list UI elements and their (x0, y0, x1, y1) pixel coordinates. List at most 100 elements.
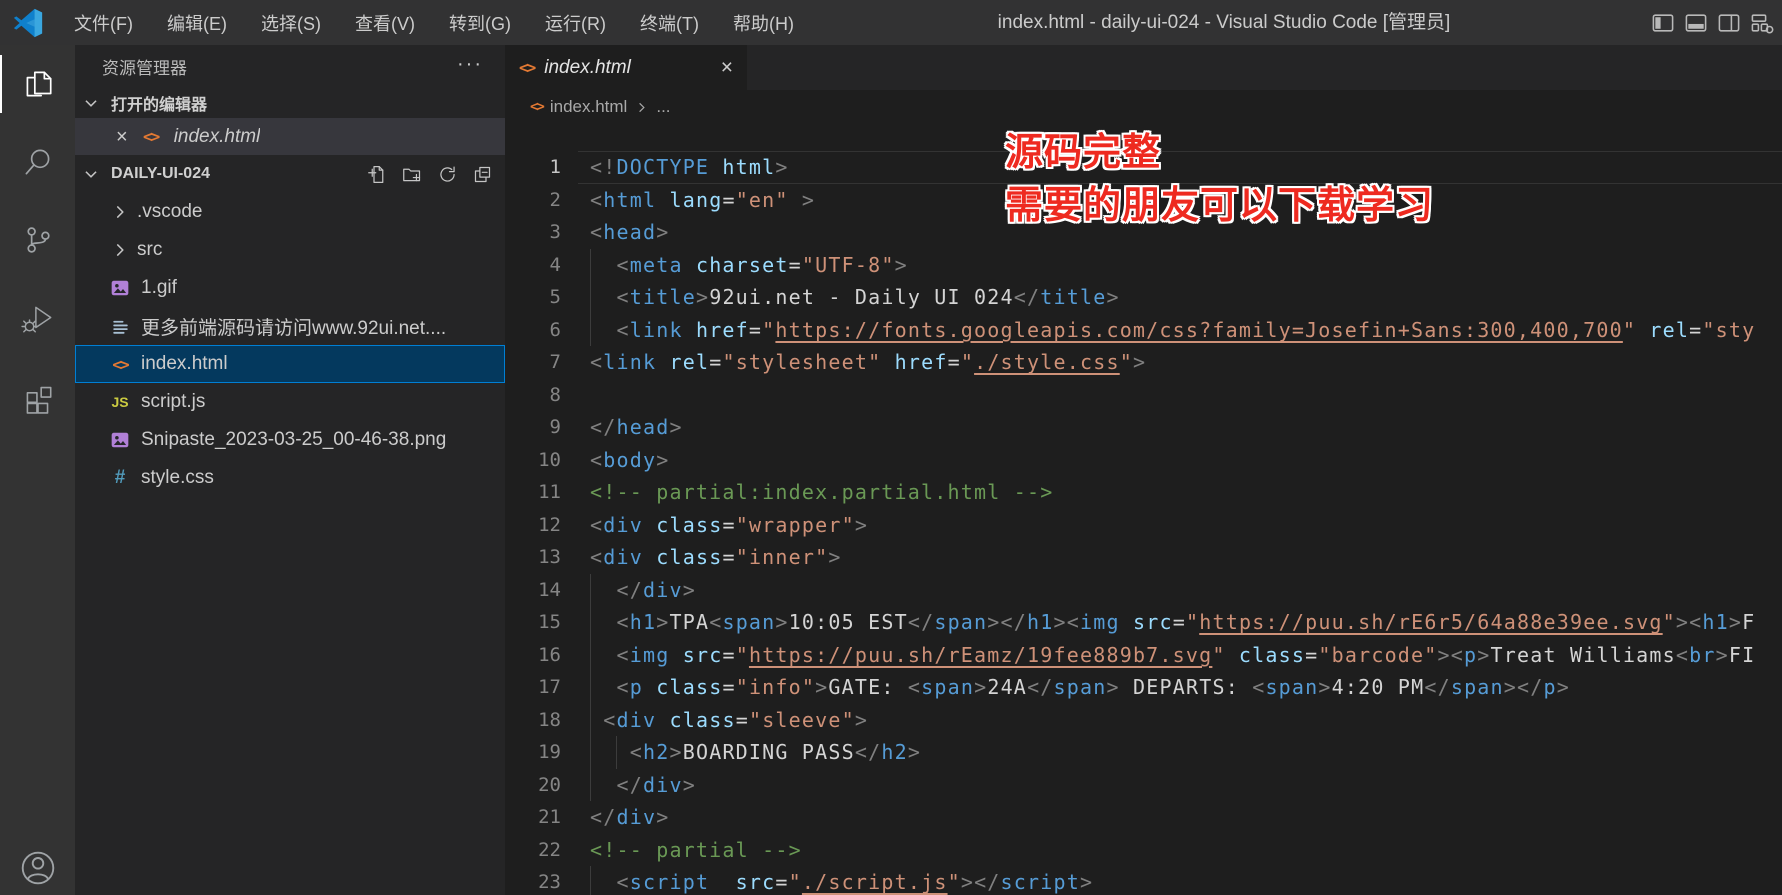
menu-view[interactable]: 查看(V) (340, 4, 430, 42)
toggle-panel-icon[interactable] (1684, 11, 1708, 35)
menu-run[interactable]: 运行(R) (530, 4, 621, 42)
line-number[interactable]: 19 (505, 741, 578, 763)
line-content: <div class="sleeve"> (578, 704, 1782, 737)
line-number[interactable]: 5 (505, 286, 578, 308)
editor-area: <> index.html × <> index.html ... 1<!DOC… (505, 45, 1782, 895)
line-number[interactable]: 22 (505, 839, 578, 861)
tree-item-style.css[interactable]: #style.css (75, 459, 505, 497)
code-line-17[interactable]: 17 <p class="info">GATE: <span>24A</span… (505, 671, 1782, 704)
tree-item--www.92ui.net....[interactable]: 更多前端源码请访问www.92ui.net.... (75, 307, 505, 345)
menu-help[interactable]: 帮助(H) (718, 4, 809, 42)
tree-item-src[interactable]: src (75, 231, 505, 269)
explorer-more-actions-icon[interactable]: ··· (457, 53, 483, 76)
collapse-all-icon[interactable] (471, 163, 493, 185)
menu-edit[interactable]: 编辑(E) (152, 4, 242, 42)
line-number[interactable]: 2 (505, 189, 578, 211)
line-number[interactable]: 8 (505, 384, 578, 406)
line-number[interactable]: 10 (505, 449, 578, 471)
code-line-8[interactable]: 8 (505, 379, 1782, 412)
tab-strip: <> index.html × (505, 45, 1782, 90)
line-content: <title>92ui.net - Daily UI 024</title> (578, 281, 1782, 314)
project-section[interactable]: DAILY-UI-024 (75, 155, 505, 193)
new-file-icon[interactable] (366, 163, 388, 185)
line-number[interactable]: 23 (505, 871, 578, 893)
customize-layout-icon[interactable] (1750, 11, 1774, 35)
line-number[interactable]: 16 (505, 644, 578, 666)
line-number[interactable]: 11 (505, 481, 578, 503)
explorer-sidebar: 资源管理器 ··· 打开的编辑器 ×<>index.html DAILY-UI-… (75, 45, 505, 895)
breadcrumb-more[interactable]: ... (656, 97, 670, 117)
code-line-18[interactable]: 18 <div class="sleeve"> (505, 704, 1782, 737)
explorer-title: 资源管理器 (75, 45, 505, 87)
code-line-7[interactable]: 7<link rel="stylesheet" href="./style.cs… (505, 346, 1782, 379)
code-line-14[interactable]: 14 </div> (505, 574, 1782, 607)
code-line-5[interactable]: 5 <title>92ui.net - Daily UI 024</title> (505, 281, 1782, 314)
code-line-20[interactable]: 20 </div> (505, 769, 1782, 802)
tree-item-index.html[interactable]: <>index.html (75, 345, 505, 383)
code-line-13[interactable]: 13<div class="inner"> (505, 541, 1782, 574)
menu-goto[interactable]: 转到(G) (434, 4, 526, 42)
annotation-line-1: 源码完整 (1005, 127, 1434, 180)
line-number[interactable]: 14 (505, 579, 578, 601)
file-tree: .vscodesrc1.gif更多前端源码请访问www.92ui.net....… (75, 193, 505, 497)
line-content: <!-- partial:index.partial.html --> (578, 476, 1782, 509)
code-line-19[interactable]: 19 <h2>BOARDING PASS</h2> (505, 736, 1782, 769)
source-control-icon[interactable] (0, 201, 75, 279)
close-icon[interactable]: × (116, 127, 128, 147)
line-content: </div> (578, 769, 1782, 802)
code-line-11[interactable]: 11<!-- partial:index.partial.html --> (505, 476, 1782, 509)
line-number[interactable]: 9 (505, 416, 578, 438)
toggle-secondary-sidebar-icon[interactable] (1717, 11, 1741, 35)
line-number[interactable]: 4 (505, 254, 578, 276)
code-editor[interactable]: 1<!DOCTYPE html>2<html lang="en" >3<head… (505, 124, 1782, 895)
line-number[interactable]: 20 (505, 774, 578, 796)
tree-item-script.js[interactable]: JSscript.js (75, 383, 505, 421)
menu-file[interactable]: 文件(F) (59, 4, 148, 42)
toggle-sidebar-icon[interactable] (1651, 11, 1675, 35)
breadcrumb-file[interactable]: index.html (550, 97, 627, 117)
indent-guide (590, 249, 591, 282)
new-folder-icon[interactable] (401, 163, 423, 185)
code-line-4[interactable]: 4 <meta charset="UTF-8"> (505, 249, 1782, 282)
line-number[interactable]: 21 (505, 806, 578, 828)
code-line-23[interactable]: 23 <script src="./script.js"></script> (505, 866, 1782, 895)
line-number[interactable]: 17 (505, 676, 578, 698)
refresh-icon[interactable] (436, 163, 458, 185)
code-line-12[interactable]: 12<div class="wrapper"> (505, 509, 1782, 542)
title-bar: 文件(F)编辑(E)选择(S)查看(V)转到(G)运行(R)终端(T)帮助(H)… (0, 0, 1782, 45)
menu-terminal[interactable]: 终端(T) (625, 4, 714, 42)
line-number[interactable]: 6 (505, 319, 578, 341)
tree-item-.vscode[interactable]: .vscode (75, 193, 505, 231)
indent-guide (590, 769, 591, 802)
code-line-22[interactable]: 22<!-- partial --> (505, 834, 1782, 867)
open-editor-item[interactable]: ×<>index.html (75, 118, 505, 155)
line-number[interactable]: 1 (505, 156, 578, 178)
tab-close-icon[interactable]: × (721, 57, 733, 78)
line-number[interactable]: 12 (505, 514, 578, 536)
line-number[interactable]: 13 (505, 546, 578, 568)
menu-selection[interactable]: 选择(S) (246, 4, 336, 42)
code-line-21[interactable]: 21</div> (505, 801, 1782, 834)
line-number[interactable]: 18 (505, 709, 578, 731)
open-editors-section[interactable]: 打开的编辑器 (75, 87, 505, 118)
code-line-6[interactable]: 6 <link href="https://fonts.googleapis.c… (505, 314, 1782, 347)
search-icon[interactable] (0, 123, 75, 201)
code-line-9[interactable]: 9</head> (505, 411, 1782, 444)
run-debug-icon[interactable] (0, 279, 75, 357)
account-icon[interactable] (0, 829, 75, 895)
tree-item-1.gif[interactable]: 1.gif (75, 269, 505, 307)
code-line-16[interactable]: 16 <img src="https://puu.sh/rEamz/19fee8… (505, 639, 1782, 672)
line-number[interactable]: 15 (505, 611, 578, 633)
indent-guide (616, 736, 617, 769)
explorer-icon[interactable] (0, 45, 75, 123)
line-number[interactable]: 3 (505, 221, 578, 243)
tab-index-html[interactable]: <> index.html × (505, 45, 747, 90)
tree-item-snipaste-2023-03-25-00-46-38.png[interactable]: Snipaste_2023-03-25_00-46-38.png (75, 421, 505, 459)
code-line-15[interactable]: 15 <h1>TPA<span>10:05 EST</span></h1><im… (505, 606, 1782, 639)
annotation-line-2: 需要的朋友可以下载学习 (1005, 180, 1434, 233)
code-line-10[interactable]: 10<body> (505, 444, 1782, 477)
extensions-icon[interactable] (0, 357, 75, 435)
chevron-down-icon (82, 165, 100, 183)
line-content: <h1>TPA<span>10:05 EST</span></h1><img s… (578, 606, 1782, 639)
line-number[interactable]: 7 (505, 351, 578, 373)
